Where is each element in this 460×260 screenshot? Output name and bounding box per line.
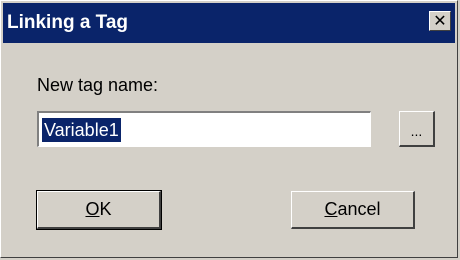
cancel-label-rest: ancel — [337, 199, 381, 219]
tag-name-input[interactable]: Variable1 — [37, 111, 371, 147]
browse-button[interactable]: ... — [399, 111, 435, 147]
window-title: Linking a Tag — [7, 12, 129, 33]
ok-label-rest: K — [99, 199, 112, 219]
tag-name-label: New tag name: — [37, 75, 159, 95]
title-bar[interactable]: Linking a Tag ✕ — [3, 3, 455, 43]
ok-mnemonic: O — [85, 199, 100, 219]
browse-label: ... — [410, 123, 423, 139]
cancel-button[interactable]: Cancel — [291, 191, 415, 229]
tag-name-value: Variable1 — [42, 117, 121, 142]
ok-button[interactable]: OK — [36, 190, 162, 230]
cancel-mnemonic: C — [324, 199, 338, 219]
close-button[interactable]: ✕ — [429, 11, 451, 31]
dialog-window: Linking a Tag ✕ New tag name: Variable1 … — [0, 0, 458, 258]
close-icon: ✕ — [433, 13, 447, 30]
